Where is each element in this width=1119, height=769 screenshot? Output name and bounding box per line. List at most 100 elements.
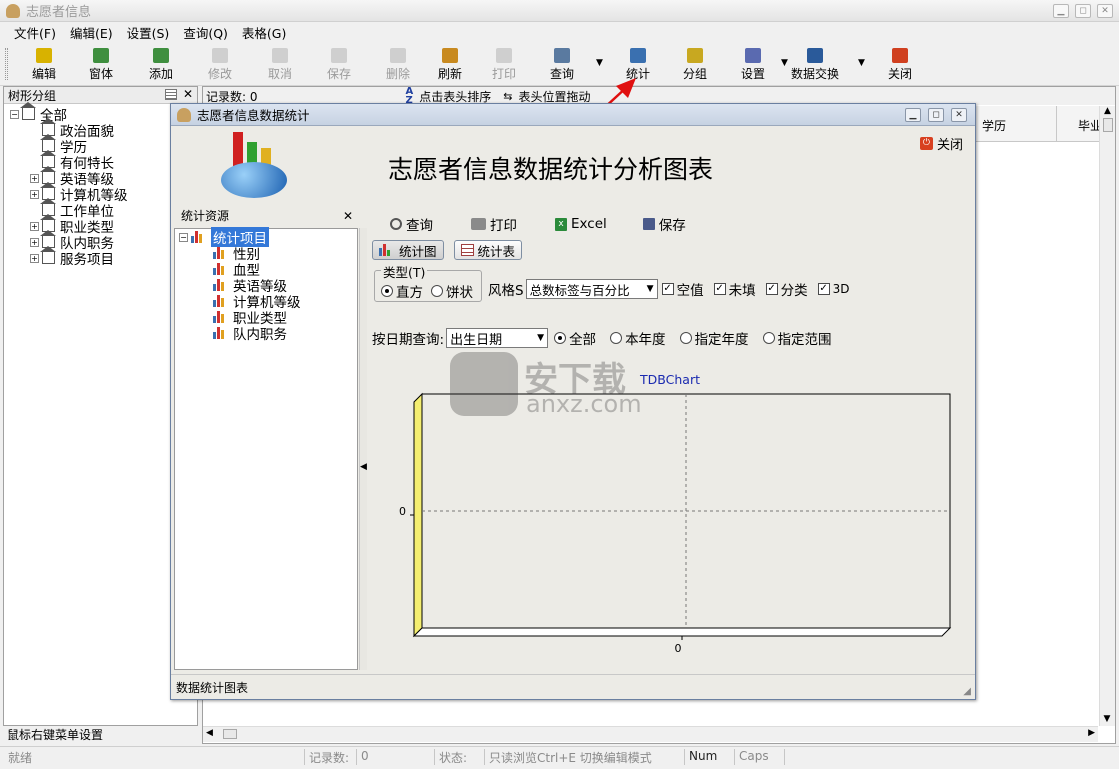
option-checkbox[interactable]: ✓ 未填 bbox=[713, 279, 756, 299]
collapse-icon[interactable]: − bbox=[179, 232, 188, 242]
data-exchange-button[interactable]: 数据交换 bbox=[787, 44, 843, 84]
resource-panel-title: 统计资源 bbox=[181, 209, 230, 223]
horizontal-scrollbar[interactable]: ◀ ▶ bbox=[203, 726, 1098, 742]
menu-edit[interactable]: 编辑(E) bbox=[70, 23, 113, 42]
tree-node[interactable]: 政治面貌 bbox=[10, 118, 197, 140]
expand-icon[interactable]: + bbox=[30, 173, 39, 183]
close-icon bbox=[892, 48, 908, 63]
settings-dropdown-icon[interactable]: ▼ bbox=[781, 58, 788, 68]
add-icon bbox=[153, 48, 169, 63]
menu-file[interactable]: 文件(F) bbox=[14, 23, 56, 42]
hscroll-thumb[interactable] bbox=[223, 729, 237, 739]
status-num: Num bbox=[684, 749, 717, 765]
date-field-select[interactable]: 出生日期 ▼ bbox=[446, 328, 549, 348]
option-checkbox[interactable]: ✓ 3D bbox=[817, 282, 849, 296]
save-button[interactable]: 保存 bbox=[311, 44, 367, 84]
option-checkbox[interactable]: ✓ 分类 bbox=[765, 279, 808, 299]
watermark-shield-icon bbox=[450, 352, 518, 416]
cancel-button[interactable]: 取消 bbox=[252, 44, 308, 84]
type-pie-radio[interactable]: 饼状 bbox=[431, 281, 473, 301]
tab-chart[interactable]: 统计图 bbox=[372, 240, 444, 260]
dialog-close-button[interactable]: ✕ bbox=[951, 108, 967, 122]
stat-tree-item[interactable]: 性别 bbox=[175, 245, 357, 263]
refresh-icon bbox=[442, 48, 458, 63]
print-button[interactable]: 打印 bbox=[476, 44, 532, 84]
menu-settings[interactable]: 设置(S) bbox=[127, 23, 170, 42]
form-button[interactable]: 窗体 bbox=[73, 44, 129, 84]
data-exchange-dropdown-icon[interactable]: ▼ bbox=[858, 58, 865, 68]
excel-action[interactable]: x Excel bbox=[555, 216, 607, 232]
stat-tree-item[interactable]: 队内职务 bbox=[175, 325, 357, 343]
close-button[interactable]: ✕ bbox=[1097, 4, 1113, 18]
dialog-close-action[interactable]: ⏻ 关闭 bbox=[919, 134, 963, 153]
sort-hint: 点击表头排序 bbox=[419, 89, 492, 104]
dialog-minimize-button[interactable]: ▁ bbox=[905, 108, 921, 122]
scroll-up-icon[interactable]: ▲ bbox=[1100, 106, 1115, 116]
data-exchange-icon bbox=[807, 48, 823, 63]
group-button[interactable]: 分组 bbox=[667, 44, 723, 84]
radio-dot bbox=[554, 332, 567, 344]
collapse-icon[interactable]: − bbox=[10, 109, 19, 119]
column-divider[interactable] bbox=[1056, 106, 1057, 142]
panel-options-icon[interactable] bbox=[165, 89, 177, 100]
drag-columns-icon[interactable]: ⇆ bbox=[503, 90, 512, 103]
form-button-label: 窗体 bbox=[88, 67, 113, 81]
bar-chart-icon bbox=[213, 279, 227, 291]
menu-table[interactable]: 表格(G) bbox=[242, 23, 286, 42]
close-button-label: 关闭 bbox=[887, 67, 912, 81]
refresh-button[interactable]: 刷新 bbox=[422, 44, 478, 84]
query-dropdown-icon[interactable]: ▼ bbox=[596, 58, 603, 68]
group-tree: − 全部 政治面貌 学历 有何特长 + 英语等级 + 计算机等级 工作单位 + 职业类型 + 队内职务 + 服… bbox=[4, 102, 197, 268]
query-action[interactable]: 查询 bbox=[390, 214, 433, 234]
collapse-left-icon[interactable]: ◀ bbox=[360, 462, 367, 472]
resource-close-icon[interactable]: ✕ bbox=[343, 209, 353, 223]
edit-icon bbox=[36, 48, 52, 63]
close-button[interactable]: 关闭 bbox=[872, 44, 928, 84]
date-option-radio[interactable]: 指定年度 bbox=[679, 328, 749, 348]
expand-icon[interactable]: + bbox=[30, 237, 39, 247]
status-extra bbox=[784, 749, 1114, 765]
expand-icon[interactable]: + bbox=[30, 189, 39, 199]
column-header-education[interactable]: 学历 bbox=[982, 117, 1006, 134]
delete-button[interactable]: 删除 bbox=[370, 44, 426, 84]
add-button[interactable]: 添加 bbox=[133, 44, 189, 84]
save-action[interactable]: 保存 bbox=[642, 214, 686, 234]
edit-button[interactable]: 编辑 bbox=[16, 44, 72, 84]
option-checkbox[interactable]: ✓ 空值 bbox=[661, 279, 704, 299]
toolbar-grip[interactable] bbox=[5, 48, 8, 80]
date-option-radio[interactable]: 本年度 bbox=[610, 328, 666, 348]
style-select[interactable]: 总数标签与百分比 ▼ bbox=[525, 279, 658, 299]
splitter[interactable]: ◀ bbox=[359, 228, 367, 670]
stat-item-tree: − 统计项目 性别 血型 英语等级 计算机等级 职业类型 队内职务 bbox=[174, 227, 358, 670]
scroll-down-icon[interactable]: ▼ bbox=[1100, 714, 1114, 724]
scroll-right-icon[interactable]: ▶ bbox=[1088, 728, 1095, 738]
tree-node[interactable]: + 服务项目 bbox=[10, 246, 197, 268]
settings-button[interactable]: 设置 bbox=[725, 44, 781, 84]
menu-query[interactable]: 查询(Q) bbox=[183, 23, 228, 42]
panel-close-icon[interactable]: ✕ bbox=[183, 87, 193, 101]
group-icon bbox=[687, 48, 703, 63]
stat-tree-root[interactable]: − 统计项目 bbox=[175, 227, 357, 247]
save-icon bbox=[331, 48, 347, 63]
expand-icon[interactable]: + bbox=[30, 253, 39, 263]
modify-button[interactable]: 修改 bbox=[192, 44, 248, 84]
y-axis-tick-label: 0 bbox=[399, 505, 406, 518]
resize-grip-icon[interactable]: ◢ bbox=[963, 686, 971, 697]
maximize-button[interactable]: ◻ bbox=[1075, 4, 1091, 18]
scroll-left-icon[interactable]: ◀ bbox=[206, 728, 213, 738]
date-option-radio[interactable]: 指定范围 bbox=[762, 328, 832, 348]
vertical-scrollbar[interactable]: ▲ ▼ bbox=[1099, 106, 1115, 726]
grid-header: 学历 毕业 bbox=[975, 106, 1105, 142]
dialog-maximize-button[interactable]: ◻ bbox=[928, 108, 944, 122]
print-action[interactable]: 打印 bbox=[471, 214, 517, 234]
date-option-radio[interactable]: 全部 bbox=[554, 328, 596, 348]
scroll-thumb[interactable] bbox=[1102, 118, 1113, 132]
type-bar-radio[interactable]: 直方 bbox=[381, 281, 423, 301]
minimize-button[interactable]: ▁ bbox=[1053, 4, 1069, 18]
statistics-icon bbox=[630, 48, 646, 63]
expand-icon[interactable]: + bbox=[30, 221, 39, 231]
checkbox-box: ✓ bbox=[817, 283, 830, 295]
tab-table[interactable]: 统计表 bbox=[453, 240, 523, 260]
right-click-menu-settings[interactable]: 鼠标右键菜单设置 bbox=[7, 726, 103, 743]
dialog-title: 志愿者信息数据统计 bbox=[197, 108, 310, 123]
